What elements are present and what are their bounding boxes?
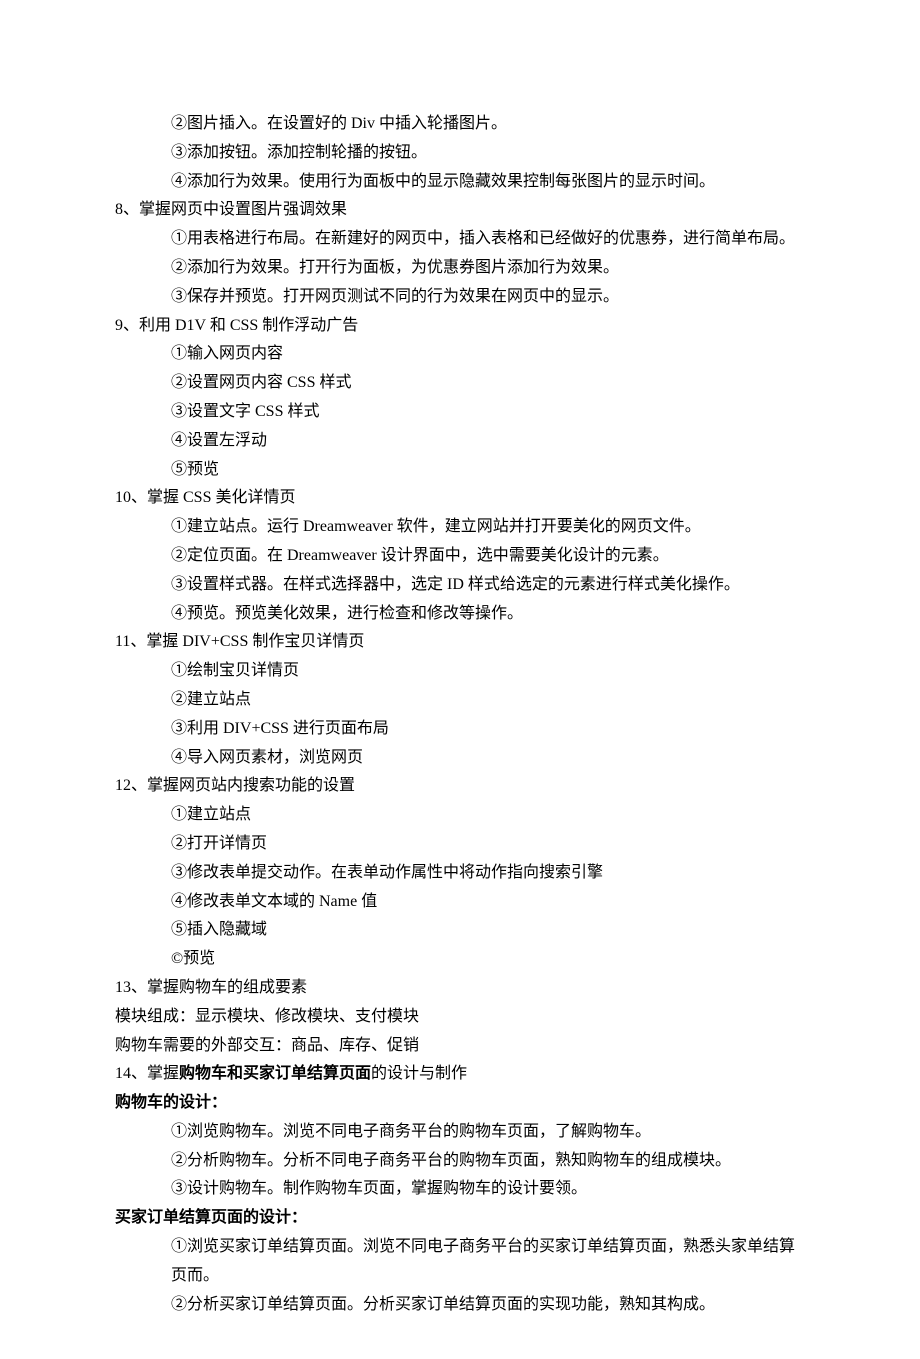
text-line: ①浏览买家订单结算页面。浏览不同电子商务平台的买家订单结算页面，熟悉头家单结算页… bbox=[115, 1233, 805, 1291]
text-line: ②建立站点 bbox=[115, 686, 805, 715]
text-line: 9、利用 D1V 和 CSS 制作浮动广告 bbox=[115, 312, 805, 341]
text-line: 14、掌握购物车和买家订单结算页面的设计与制作 bbox=[115, 1060, 805, 1089]
bold-text: 购物车和买家订单结算页面 bbox=[179, 1065, 371, 1082]
text-line: ①建立站点。运行 Dreamweaver 软件，建立网站并打开要美化的网页文件。 bbox=[115, 513, 805, 542]
text-line: ①输入网页内容 bbox=[115, 340, 805, 369]
text-line: 买家订单结算页面的设计： bbox=[115, 1204, 805, 1233]
text-line: 11、掌握 DIV+CSS 制作宝贝详情页 bbox=[115, 628, 805, 657]
text-line: ⑤插入隐藏域 bbox=[115, 916, 805, 945]
text-line: 10、掌握 CSS 美化详情页 bbox=[115, 484, 805, 513]
text-line: ①浏览购物车。浏览不同电子商务平台的购物车页面，了解购物车。 bbox=[115, 1118, 805, 1147]
text-line: ②打开详情页 bbox=[115, 830, 805, 859]
text-line: ①用表格进行布局。在新建好的网页中，插入表格和已经做好的优惠券，进行简单布局。 bbox=[115, 225, 805, 254]
text-line: 12、掌握网页站内搜索功能的设置 bbox=[115, 772, 805, 801]
text-line: ②分析购物车。分析不同电子商务平台的购物车页面，熟知购物车的组成模块。 bbox=[115, 1147, 805, 1176]
text-line: 购物车需要的外部交互：商品、库存、促销 bbox=[115, 1032, 805, 1061]
text-line: ④添加行为效果。使用行为面板中的显示隐藏效果控制每张图片的显示时间。 bbox=[115, 168, 805, 197]
text-line: 13、掌握购物车的组成要素 bbox=[115, 974, 805, 1003]
text-line: ©预览 bbox=[115, 945, 805, 974]
text-line: ②设置网页内容 CSS 样式 bbox=[115, 369, 805, 398]
text-line: ③添加按钮。添加控制轮播的按钮。 bbox=[115, 139, 805, 168]
text-line: ③保存并预览。打开网页测试不同的行为效果在网页中的显示。 bbox=[115, 283, 805, 312]
text-line: ④修改表单文本域的 Name 值 bbox=[115, 888, 805, 917]
text-line: ④导入网页素材，浏览网页 bbox=[115, 744, 805, 773]
text-line: 购物车的设计： bbox=[115, 1089, 805, 1118]
text-line: ⑤预览 bbox=[115, 456, 805, 485]
text-line: ②定位页面。在 Dreamweaver 设计界面中，选中需要美化设计的元素。 bbox=[115, 542, 805, 571]
text-line: ③设计购物车。制作购物车页面，掌握购物车的设计要领。 bbox=[115, 1175, 805, 1204]
text-line: 8、掌握网页中设置图片强调效果 bbox=[115, 196, 805, 225]
text-line: ③设置样式器。在样式选择器中，选定 ID 样式给选定的元素进行样式美化操作。 bbox=[115, 571, 805, 600]
text-line: ②图片插入。在设置好的 Div 中插入轮播图片。 bbox=[115, 110, 805, 139]
text-line: ②分析买家订单结算页面。分析买家订单结算页面的实现功能，熟知其构成。 bbox=[115, 1291, 805, 1320]
document-body: ②图片插入。在设置好的 Div 中插入轮播图片。③添加按钮。添加控制轮播的按钮。… bbox=[115, 110, 805, 1319]
text-line: ①绘制宝贝详情页 bbox=[115, 657, 805, 686]
text-line: ①建立站点 bbox=[115, 801, 805, 830]
text-line: ④设置左浮动 bbox=[115, 427, 805, 456]
text-line: ③修改表单提交动作。在表单动作属性中将动作指向搜索引擎 bbox=[115, 859, 805, 888]
text-line: ③利用 DIV+CSS 进行页面布局 bbox=[115, 715, 805, 744]
text-line: 模块组成：显示模块、修改模块、支付模块 bbox=[115, 1003, 805, 1032]
text-line: ④预览。预览美化效果，进行检查和修改等操作。 bbox=[115, 600, 805, 629]
text-line: ③设置文字 CSS 样式 bbox=[115, 398, 805, 427]
text-line: ②添加行为效果。打开行为面板，为优惠券图片添加行为效果。 bbox=[115, 254, 805, 283]
